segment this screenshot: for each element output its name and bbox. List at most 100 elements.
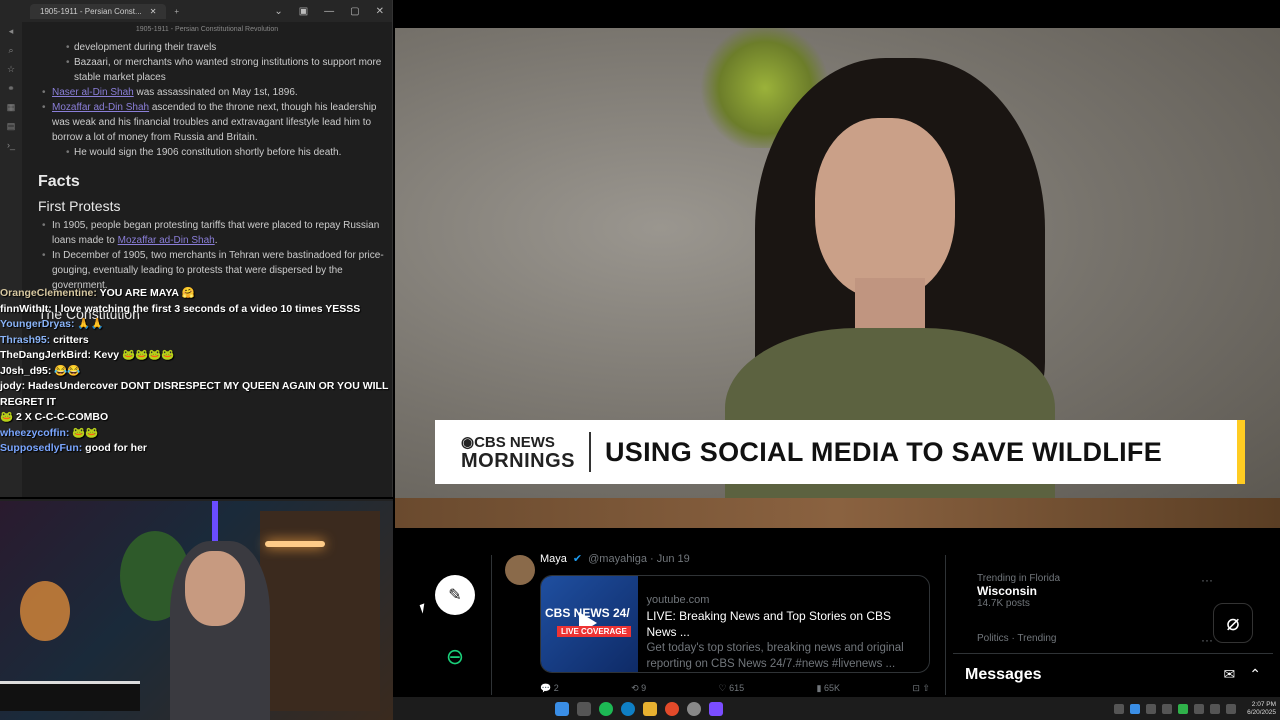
chat-text: I love watching the first 3 seconds of a…	[51, 302, 361, 315]
avatar[interactable]	[505, 555, 535, 585]
reply-button[interactable]: 💬 2	[540, 683, 559, 694]
close-icon[interactable]: ✕	[376, 6, 384, 17]
cam-keyboard	[0, 681, 140, 711]
note-content: development during their travels Bazaari…	[38, 40, 384, 326]
card-domain: youtube.com	[646, 594, 710, 606]
start-icon[interactable]	[555, 701, 569, 716]
note-link[interactable]: Naser al-Din Shah	[52, 87, 134, 98]
file-explorer-icon[interactable]	[643, 701, 657, 716]
chrome-icon[interactable]	[665, 701, 679, 716]
new-message-icon[interactable]: ✉	[1224, 666, 1236, 683]
taskbar: 2:07 PM 6/20/2025	[393, 697, 1280, 720]
compose-post-icon[interactable]: ✎	[435, 575, 475, 615]
dropdown-icon[interactable]: ⌄	[274, 6, 282, 17]
terminal-icon[interactable]: ›_	[7, 140, 15, 150]
trend-name: Wisconsin	[977, 584, 1037, 598]
news-lower-third: ◉CBS NEWS MORNINGS USING SOCIAL MEDIA TO…	[435, 420, 1245, 484]
edge-icon[interactable]	[621, 701, 635, 716]
chat-username: Thrash95:	[0, 333, 51, 346]
grok-logo-icon[interactable]: ⊖	[435, 637, 475, 677]
live-badge: LIVE COVERAGE	[557, 626, 631, 637]
more-options-icon[interactable]: ···	[1201, 573, 1213, 587]
maximize-icon[interactable]: ▢	[350, 6, 359, 17]
chat-text: critters	[50, 333, 89, 346]
chat-username: wheezycoffin:	[0, 426, 70, 439]
tray-icon[interactable]	[1146, 703, 1156, 714]
messages-drawer[interactable]: Messages ✉ ⌃	[953, 653, 1273, 695]
video-player[interactable]: ◉CBS NEWS MORNINGS USING SOCIAL MEDIA TO…	[395, 28, 1280, 528]
views-button[interactable]: ▮ 65K	[817, 683, 840, 694]
calendar-icon[interactable]: ▤	[7, 121, 16, 132]
tray-icon[interactable]	[1162, 703, 1172, 714]
layout-icon[interactable]: ▣	[299, 6, 308, 17]
canvas-icon[interactable]: ▦	[7, 102, 16, 113]
chat-message: YoungerDryas: 🙏🙏	[0, 317, 393, 333]
chat-username: jody:	[0, 380, 26, 392]
notes-tab[interactable]: 1905-1911 - Persian Const... ✕	[30, 3, 167, 19]
taskbar-clock[interactable]: 2:07 PM 6/20/2025	[1247, 701, 1276, 717]
cbs-mornings-logo: ◉CBS NEWS MORNINGS	[435, 434, 575, 471]
tray-icon[interactable]	[1178, 703, 1188, 714]
close-tab-icon[interactable]: ✕	[150, 7, 157, 16]
trend-item[interactable]: Trending in Florida Wisconsin 14.7K post…	[977, 573, 1060, 609]
trend-item[interactable]: Politics · Trending	[977, 633, 1056, 644]
chat-text: HadesUndercover DONT DISRESPECT MY QUEEN…	[0, 380, 389, 408]
tweet-handle[interactable]: @mayahiga · Jun 19	[588, 553, 690, 565]
tray-icon[interactable]	[1194, 703, 1204, 714]
chat-text: 😂😂	[51, 364, 81, 377]
tweet-author[interactable]: Maya	[540, 553, 567, 565]
lower-third-divider	[589, 432, 591, 472]
heading-facts: Facts	[38, 173, 80, 190]
grok-icon[interactable]: ⌀	[1213, 603, 1253, 643]
spotify-icon[interactable]	[599, 701, 613, 716]
chat-message: J0sh_d95: 😂😂	[0, 364, 393, 380]
chat-username: 🐸 2 X	[0, 411, 32, 423]
wifi-icon[interactable]	[1210, 703, 1220, 714]
open-vault-icon[interactable]: ◂	[9, 26, 14, 37]
volume-icon[interactable]	[1226, 703, 1236, 714]
obsidian-icon[interactable]	[709, 701, 723, 716]
desktop: 1905-1911 - Persian Const... ✕ + ⌄ ▣ — ▢ …	[0, 0, 1280, 720]
divider	[491, 555, 492, 695]
tray-icon[interactable]	[1130, 703, 1140, 714]
search-icon[interactable]: ⌕	[8, 45, 13, 56]
messages-title: Messages	[965, 665, 1042, 683]
chat-username: J0sh_d95:	[0, 364, 52, 377]
bookmark-icon[interactable]: ☆	[7, 64, 15, 75]
clock-date: 6/20/2025	[1247, 708, 1276, 716]
list-item: In 1905, people began protesting tariffs…	[38, 218, 384, 248]
repost-button[interactable]: ⟲ 9	[631, 683, 646, 694]
trend-posts: 14.7K posts	[977, 598, 1030, 609]
chat-message: TheDangJerkBird: Kevy 🐸🐸🐸🐸	[0, 348, 393, 364]
cam-lamp	[265, 541, 325, 547]
app-icon[interactable]	[687, 701, 701, 716]
chat-username: SupposedlyFun:	[0, 442, 83, 454]
note-link[interactable]: Mozaffar ad-Din Shah	[118, 235, 215, 246]
more-options-icon[interactable]: ···	[1201, 633, 1213, 647]
new-tab-icon[interactable]: +	[174, 7, 179, 16]
chat-text: C-C-C-COMBO	[31, 411, 109, 423]
list-item: development during their travels	[38, 40, 384, 55]
x-sidebar: ✎ ⊖	[435, 575, 481, 677]
list-item: Mozaffar ad-Din Shah ascended to the thr…	[38, 100, 384, 145]
task-view-icon[interactable]	[577, 701, 591, 716]
note-link[interactable]: Mozaffar ad-Din Shah	[52, 102, 149, 113]
graph-icon[interactable]: ⚭	[7, 83, 15, 94]
bookmark-icon[interactable]: ⊡ ⇧	[912, 683, 930, 694]
card-description: Get today's top stories, breaking news a…	[646, 642, 904, 670]
heading-first-protests: First Protests	[38, 198, 121, 214]
tray-icon[interactable]	[1114, 703, 1124, 714]
list-item: Bazaari, or merchants who wanted strong …	[38, 55, 384, 85]
minimize-icon[interactable]: —	[324, 6, 334, 17]
chat-username: TheDangJerkBird:	[0, 349, 92, 361]
webcam-feed	[0, 499, 393, 720]
list-text: .	[214, 235, 218, 246]
chat-username: YoungerDryas:	[0, 318, 75, 330]
like-button[interactable]: ♡ 615	[719, 683, 745, 694]
link-card[interactable]: CBS NEWS 24/ LIVE COVERAGE youtube.com L…	[540, 575, 930, 673]
news-headline: USING SOCIAL MEDIA TO SAVE WILDLIFE	[605, 436, 1163, 467]
chat-message: jody: HadesUndercover DONT DISRESPECT MY…	[0, 379, 393, 410]
verified-icon: ✔	[572, 553, 583, 565]
notes-titlebar: 1905-1911 - Persian Const... ✕ + ⌄ ▣ — ▢ …	[0, 0, 392, 22]
expand-icon[interactable]: ⌃	[1249, 666, 1261, 683]
